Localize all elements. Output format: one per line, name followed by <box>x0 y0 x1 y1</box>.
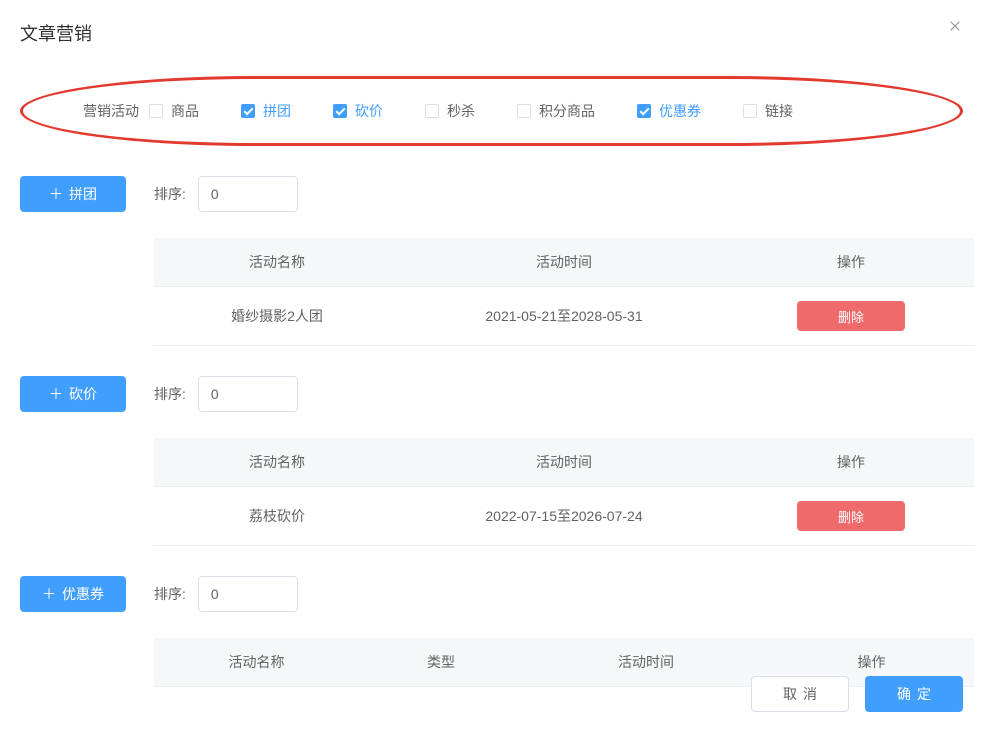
checkbox-link[interactable]: 链接 <box>743 101 793 121</box>
checkbox-coupon[interactable]: 优惠券 <box>637 101 701 121</box>
checkbox-label: 商品 <box>171 101 199 121</box>
sort-block: 排序: <box>154 176 298 212</box>
col-header-name: 活动名称 <box>154 638 359 687</box>
sort-block: 排序: <box>154 576 298 612</box>
add-coupon-button[interactable]: ＋ 优惠券 <box>20 576 126 612</box>
checkbox-label: 砍价 <box>355 101 383 121</box>
table-row: 荔枝砍价 2022-07-15至2026-07-24 删除 <box>154 487 974 546</box>
checkbox-pintuan[interactable]: 拼团 <box>241 101 291 121</box>
checkbox-label: 优惠券 <box>659 101 701 121</box>
checkbox-miaosha[interactable]: 秒杀 <box>425 101 475 121</box>
checkbox-jifen[interactable]: 积分商品 <box>517 101 595 121</box>
pintuan-section-header: ＋ 拼团 排序: <box>20 176 963 212</box>
plus-icon: ＋ <box>49 187 63 201</box>
coupon-sort-input[interactable] <box>198 576 298 612</box>
checkbox-box-icon <box>333 104 347 118</box>
plus-icon: ＋ <box>42 587 56 601</box>
col-header-ops: 操作 <box>728 438 974 487</box>
checkbox-box-icon <box>637 104 651 118</box>
cell-ops: 删除 <box>728 287 974 346</box>
cell-time: 2021-05-21至2028-05-31 <box>400 287 728 346</box>
col-header-time: 活动时间 <box>523 638 769 687</box>
kanjia-section-header: ＋ 砍价 排序: <box>20 376 963 412</box>
delete-button[interactable]: 删除 <box>797 501 905 531</box>
table-row: 婚纱摄影2人团 2021-05-21至2028-05-31 删除 <box>154 287 974 346</box>
checkbox-label: 积分商品 <box>539 101 595 121</box>
cell-time: 2022-07-15至2026-07-24 <box>400 487 728 546</box>
checkbox-label: 拼团 <box>263 101 291 121</box>
cell-ops: 删除 <box>728 487 974 546</box>
checkbox-box-icon <box>743 104 757 118</box>
confirm-button[interactable]: 确定 <box>865 676 963 712</box>
add-button-label: 优惠券 <box>62 584 104 604</box>
coupon-section-header: ＋ 优惠券 排序: <box>20 576 963 612</box>
checkbox-box-icon <box>425 104 439 118</box>
sort-label: 排序: <box>154 184 186 204</box>
checkbox-box-icon <box>149 104 163 118</box>
col-header-time: 活动时间 <box>400 438 728 487</box>
pintuan-sort-input[interactable] <box>198 176 298 212</box>
sort-label: 排序: <box>154 584 186 604</box>
checkbox-label: 秒杀 <box>447 101 475 121</box>
add-button-label: 拼团 <box>69 184 97 204</box>
checkbox-goods[interactable]: 商品 <box>149 101 199 121</box>
add-button-label: 砍价 <box>69 384 97 404</box>
checkbox-kanjia[interactable]: 砍价 <box>333 101 383 121</box>
cancel-button[interactable]: 取消 <box>751 676 849 712</box>
sort-block: 排序: <box>154 376 298 412</box>
col-header-name: 活动名称 <box>154 238 400 287</box>
pintuan-table-wrap: 活动名称 活动时间 操作 婚纱摄影2人团 2021-05-21至2028-05-… <box>154 238 963 346</box>
cell-name: 婚纱摄影2人团 <box>154 287 400 346</box>
add-pintuan-button[interactable]: ＋ 拼团 <box>20 176 126 212</box>
kanjia-table: 活动名称 活动时间 操作 荔枝砍价 2022-07-15至2026-07-24 … <box>154 438 974 546</box>
col-header-name: 活动名称 <box>154 438 400 487</box>
checkbox-label: 链接 <box>765 101 793 121</box>
add-kanjia-button[interactable]: ＋ 砍价 <box>20 376 126 412</box>
col-header-type: 类型 <box>359 638 523 687</box>
sort-label: 排序: <box>154 384 186 404</box>
activity-label: 营销活动 <box>83 101 139 121</box>
kanjia-sort-input[interactable] <box>198 376 298 412</box>
checkbox-box-icon <box>517 104 531 118</box>
close-icon[interactable] <box>947 18 963 34</box>
col-header-ops: 操作 <box>728 238 974 287</box>
cell-name: 荔枝砍价 <box>154 487 400 546</box>
kanjia-table-wrap: 活动名称 活动时间 操作 荔枝砍价 2022-07-15至2026-07-24 … <box>154 438 963 546</box>
col-header-time: 活动时间 <box>400 238 728 287</box>
delete-button[interactable]: 删除 <box>797 301 905 331</box>
activity-options-row: 营销活动 商品 拼团 砍价 秒杀 积分商品 优惠券 链接 <box>20 76 963 146</box>
dialog-title: 文章营销 <box>20 20 963 46</box>
dialog-footer: 取消 确定 <box>751 676 963 712</box>
pintuan-table: 活动名称 活动时间 操作 婚纱摄影2人团 2021-05-21至2028-05-… <box>154 238 974 346</box>
plus-icon: ＋ <box>49 387 63 401</box>
checkbox-box-icon <box>241 104 255 118</box>
activity-checkbox-group: 商品 拼团 砍价 秒杀 积分商品 优惠券 链接 <box>149 101 900 121</box>
